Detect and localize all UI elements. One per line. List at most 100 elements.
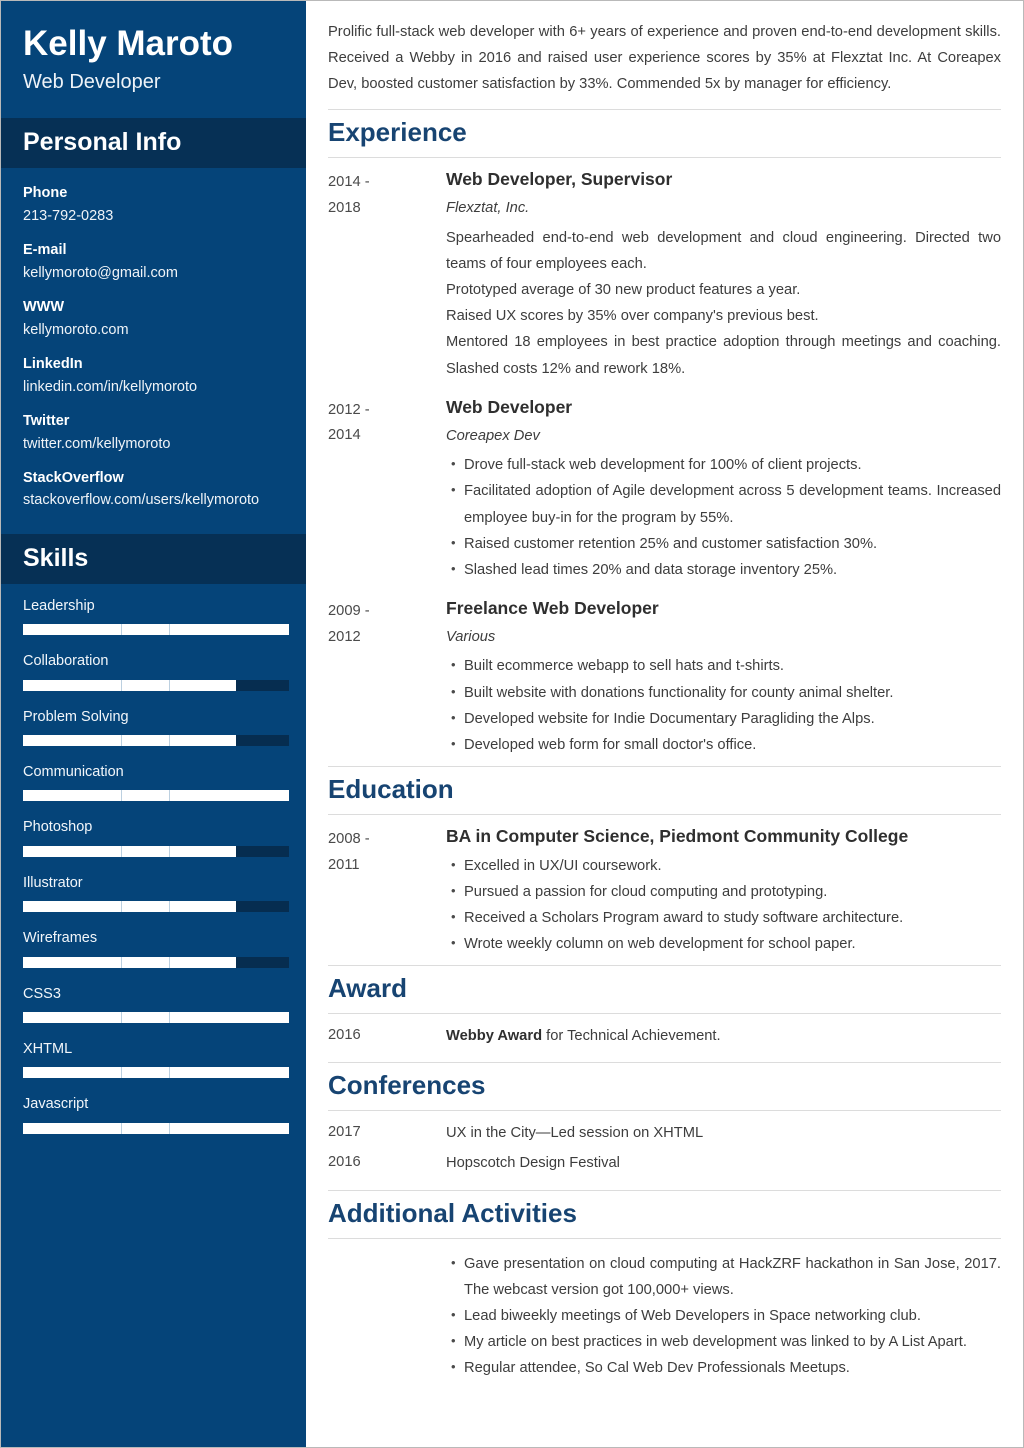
conferences-heading: Conferences xyxy=(328,1070,486,1101)
contact-value: 213-792-0283 xyxy=(23,207,114,224)
listing-text-rest: Hopscotch Design Festival xyxy=(446,1155,620,1172)
skill-item: Leadership xyxy=(23,597,289,636)
skill-label: Communication xyxy=(23,764,124,781)
skill-item: Communication xyxy=(23,764,289,802)
skill-level-bar xyxy=(23,1012,289,1024)
main-content: Prolific full-stack web developer with 6… xyxy=(306,1,1023,1447)
entry-bullet: Facilitated adoption of Agile developmen… xyxy=(451,478,1001,530)
conferences-section-head: Conferences xyxy=(328,1062,1001,1112)
experience-entries: 2014 - 2018 Web Developer, Supervisor Flexz… xyxy=(328,158,1001,758)
listing-text-rest: for Technical Achievement. xyxy=(542,1028,721,1045)
entry-bullet: Raised customer retention 25% and custom… xyxy=(451,531,1001,557)
skill-level-fill xyxy=(23,1012,289,1024)
entry-bullet: Developed web form for small doctor's of… xyxy=(451,732,1001,758)
skill-level-bar xyxy=(23,624,289,636)
listing-text: Hopscotch Design Festival xyxy=(446,1150,1001,1176)
activities-heading: Additional Activities xyxy=(328,1197,577,1228)
skill-label: XHTML xyxy=(23,1041,73,1058)
activities-section-head: Additional Activities xyxy=(328,1189,1001,1239)
education-entries: 2008 - 2011 BA in Computer Science, Piedmo… xyxy=(328,815,1001,957)
entry-date-end: 2011 xyxy=(328,856,360,873)
entry-line: Prototyped average of 30 new product fea… xyxy=(446,282,801,299)
entry-organization: Flexztat, Inc. xyxy=(446,200,530,217)
contact-item: Phone 213-792-0283 xyxy=(23,182,286,227)
conferences-rows: 2017 UX in the City—Led session on XHTML 2… xyxy=(328,1111,1001,1189)
entry-line: Mentored 18 employees in best practice a… xyxy=(446,334,1001,377)
entry-line-list: Spearheaded end-to-end web development a… xyxy=(446,225,1001,382)
contact-label: Twitter xyxy=(23,413,70,430)
skill-level-bar xyxy=(23,679,289,691)
skill-level-fill xyxy=(23,679,236,691)
entry-body: Web Developer Coreapex Dev Drove full-stac… xyxy=(446,396,1001,583)
contact-value: linkedin.com/in/kellymoroto xyxy=(23,378,198,395)
entry-bullet: Built ecommerce webapp to sell hats and … xyxy=(451,653,1001,679)
section-additional-activities: Additional Activities Gave presentation … xyxy=(328,1189,1001,1382)
activity-bullet: My article on best practices in web deve… xyxy=(451,1329,1001,1355)
section-conferences: Conferences 2017 UX in the City—Led sessi… xyxy=(328,1062,1001,1189)
contact-value: stackoverflow.com/users/kellymoroto xyxy=(23,492,260,509)
entry-date-range: 2014 - 2018 xyxy=(328,168,446,381)
activity-bullet: Regular attendee, So Cal Web Dev Profess… xyxy=(451,1355,1001,1381)
contact-item: E-mail kellymoroto@gmail.com xyxy=(23,239,286,284)
contact-label: StackOverflow xyxy=(23,469,124,486)
entry-body: Web Developer, Supervisor Flexztat, Inc. S… xyxy=(446,168,1001,381)
award-section-head: Award xyxy=(328,965,1001,1015)
skill-level-bar xyxy=(23,790,289,802)
skill-label: Wireframes xyxy=(23,930,98,947)
entry-date-end: 2012 xyxy=(328,628,361,645)
contact-item: LinkedIn linkedin.com/in/kellymoroto xyxy=(23,353,286,398)
entry-bullet: Developed website for Indie Documentary … xyxy=(451,706,1001,732)
personal-info-header: Personal Info xyxy=(1,118,306,169)
education-section-head: Education xyxy=(328,766,1001,815)
contact-label: WWW xyxy=(23,299,65,316)
skill-label: Photoshop xyxy=(23,819,93,836)
candidate-job-title: Web Developer xyxy=(23,71,161,94)
listing-text: UX in the City—Led session on XHTML xyxy=(446,1120,1001,1146)
education-heading: Education xyxy=(328,774,454,805)
skill-level-bar xyxy=(23,901,289,913)
skill-level-fill xyxy=(23,624,289,636)
contact-value: kellymoroto.com xyxy=(23,321,129,338)
skill-item: Javascript xyxy=(23,1096,289,1134)
name-block: Kelly Maroto Web Developer xyxy=(1,1,306,118)
skill-level-fill xyxy=(23,1122,289,1134)
entry-title: Web Developer, Supervisor xyxy=(446,169,673,190)
contact-item: StackOverflow stackoverflow.com/users/kel… xyxy=(23,467,286,512)
contact-list: Phone 213-792-0283 E-mail kellymoroto@gmail… xyxy=(1,168,306,534)
contact-item: WWW kellymoroto.com xyxy=(23,296,286,341)
listing-row: 2016 Webby Award for Technical Achievemen… xyxy=(328,1023,1001,1049)
skill-label: Leadership xyxy=(23,597,95,614)
timeline-entry: 2008 - 2011 BA in Computer Science, Piedmo… xyxy=(328,825,1001,957)
entry-bullet: Slashed lead times 20% and data storage … xyxy=(451,557,1001,583)
skill-item: Problem Solving xyxy=(23,708,289,747)
listing-date: 2017 xyxy=(328,1124,361,1141)
skill-level-fill xyxy=(23,735,236,747)
entry-date-end: 2014 xyxy=(328,427,361,444)
entry-bullet: Received a Scholars Program award to stu… xyxy=(451,905,1001,931)
skill-level-fill xyxy=(23,901,236,913)
entry-bullet: Wrote weekly column on web development f… xyxy=(451,931,1001,957)
entry-bullet: Built website with donations functionali… xyxy=(451,680,1001,706)
skill-level-fill xyxy=(23,790,289,802)
entry-title: BA in Computer Science, Piedmont Communi… xyxy=(446,826,909,846)
skills-header: Skills xyxy=(1,533,306,584)
entry-date-start: 2009 - xyxy=(328,603,370,620)
skills-list: Leadership Collaboration Problem Solving Co… xyxy=(1,584,306,1170)
skill-level-bar xyxy=(23,845,289,857)
award-heading: Award xyxy=(328,973,407,1004)
skill-level-fill xyxy=(23,845,236,857)
entry-bullet-list: Excelled in UX/UI coursework.Pursued a p… xyxy=(446,853,1001,958)
entry-date-start: 2014 - xyxy=(328,174,370,191)
entry-date-end: 2018 xyxy=(328,200,361,217)
listing-date: 2016 xyxy=(328,1027,361,1044)
personal-info-heading: Personal Info xyxy=(23,128,182,157)
timeline-entry: 2009 - 2012 Freelance Web Developer Various… xyxy=(328,597,1001,758)
entry-date-start: 2008 - xyxy=(328,831,370,847)
contact-label: Phone xyxy=(23,185,68,202)
skill-label: Problem Solving xyxy=(23,708,129,725)
candidate-name: Kelly Maroto xyxy=(23,24,234,63)
entry-body: Freelance Web Developer Various Built ecom… xyxy=(446,597,1001,758)
entry-organization: Coreapex Dev xyxy=(446,427,540,444)
entry-line: Raised UX scores by 35% over company's p… xyxy=(446,308,819,325)
entry-body: BA in Computer Science, Piedmont Communi… xyxy=(446,825,1001,957)
